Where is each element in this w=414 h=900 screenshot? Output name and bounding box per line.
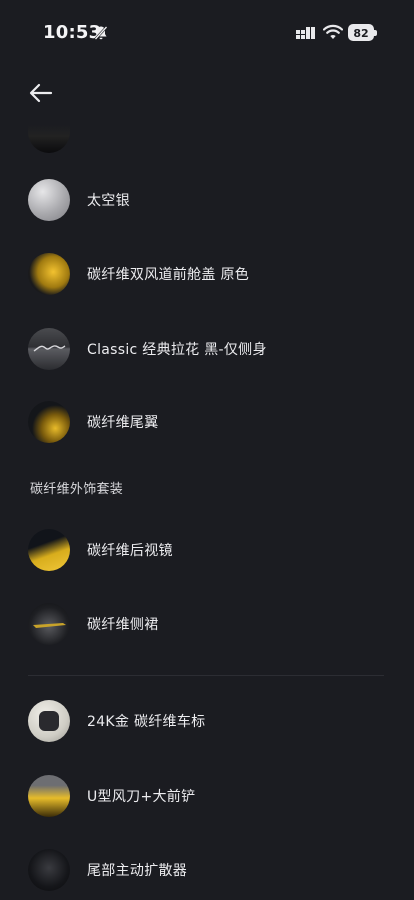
list-item-label: U型风刀+大前铲	[87, 789, 196, 805]
list-item-label: 尾部主动扩散器	[87, 863, 188, 879]
list-item-label: 碳纤维尾翼	[87, 415, 159, 431]
partial-list-thumbnail	[28, 125, 70, 153]
wifi-icon	[323, 24, 343, 39]
battery-icon: 82	[348, 24, 377, 41]
list-item-space-silver[interactable]: 太空银	[28, 178, 388, 222]
back-arrow-icon[interactable]	[28, 80, 54, 106]
list-item-label: 太空银	[87, 193, 130, 209]
list-item-front-splitter[interactable]: U型风刀+大前铲	[28, 774, 388, 818]
list-item-carbon-rear-wing[interactable]: 碳纤维尾翼	[28, 400, 388, 444]
list-item-carbon-mirror[interactable]: 碳纤维后视镜	[28, 528, 388, 572]
list-item-badge[interactable]: 24K金 碳纤维车标	[28, 699, 388, 743]
carbon-side-skirt-thumbnail	[28, 603, 70, 645]
list-item-label: 碳纤维双风道前舱盖 原色	[87, 267, 250, 283]
silver-swatch-thumbnail	[28, 179, 70, 221]
list-item-label: Classic 经典拉花 黑-仅侧身	[87, 342, 267, 358]
brand-logo-icon	[39, 711, 59, 731]
battery-level: 82	[353, 27, 369, 40]
list-item-rear-diffuser[interactable]: 尾部主动扩散器	[28, 848, 388, 892]
list-item-carbon-side-skirt[interactable]: 碳纤维侧裙	[28, 602, 388, 646]
muted-bell-icon	[94, 25, 108, 41]
list-item-label: 碳纤维侧裙	[87, 617, 159, 633]
section-title: 碳纤维外饰套装	[30, 482, 124, 497]
badge-thumbnail	[28, 700, 70, 742]
list-item-classic-decal[interactable]: Classic 经典拉花 黑-仅侧身	[28, 327, 388, 371]
carbon-hood-thumbnail	[28, 253, 70, 295]
carbon-mirror-thumbnail	[28, 529, 70, 571]
list-item-label: 24K金 碳纤维车标	[87, 714, 206, 730]
list-item-carbon-hood[interactable]: 碳纤维双风道前舱盖 原色	[28, 252, 388, 296]
side-skirt-shape-icon	[33, 623, 66, 628]
front-splitter-thumbnail	[28, 775, 70, 817]
carbon-rear-wing-thumbnail	[28, 401, 70, 443]
script-decal-icon	[33, 345, 66, 352]
rear-diffuser-thumbnail	[28, 849, 70, 891]
signal-icon	[296, 27, 315, 39]
status-bar: 10:53 82	[0, 0, 414, 64]
divider	[28, 675, 384, 676]
classic-decal-thumbnail	[28, 328, 70, 370]
list-item-label: 碳纤维后视镜	[87, 543, 173, 559]
